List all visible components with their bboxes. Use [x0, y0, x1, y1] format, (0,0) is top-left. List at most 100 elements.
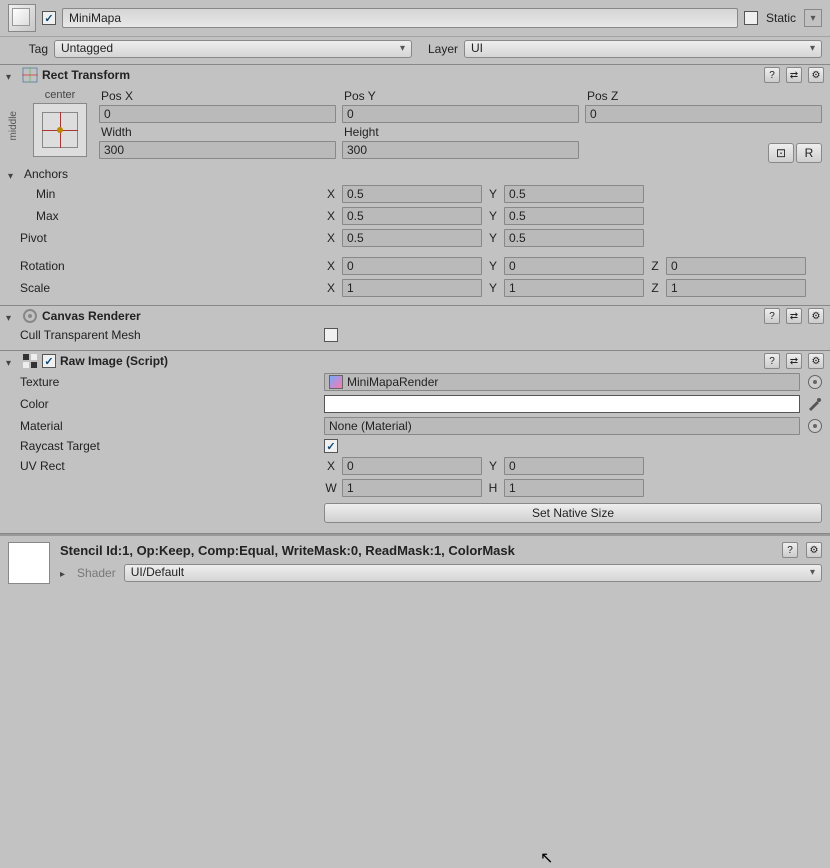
scale-z-input[interactable] [666, 279, 806, 297]
static-label: Static [764, 11, 798, 25]
static-dropdown[interactable] [804, 9, 822, 27]
posy-input[interactable] [342, 105, 579, 123]
canvas-renderer-header[interactable]: Canvas Renderer ? ⇄ ⚙ [0, 306, 830, 326]
raw-image-icon [22, 353, 38, 369]
rect-transform-icon [22, 67, 38, 83]
raw-image-section: Raw Image (Script) ? ⇄ ⚙ Texture MiniMap… [0, 351, 830, 534]
fold-icon[interactable] [6, 69, 18, 81]
fold-icon[interactable] [6, 310, 18, 322]
render-texture-icon [329, 375, 343, 389]
posy-label: Pos Y [342, 89, 579, 103]
texture-field[interactable]: MiniMapaRender [324, 373, 800, 391]
gameobject-icon[interactable] [8, 4, 36, 32]
scale-x-input[interactable] [342, 279, 482, 297]
help-button[interactable]: ? [764, 67, 780, 83]
section-title: Rect Transform [42, 68, 758, 82]
posz-label: Pos Z [585, 89, 822, 103]
posx-label: Pos X [99, 89, 336, 103]
shader-label: Shader [77, 566, 116, 580]
uvrect-w-input[interactable] [342, 479, 482, 497]
rotation-x-input[interactable] [342, 257, 482, 275]
anchors-label: Anchors [24, 167, 68, 181]
blueprint-mode-button[interactable]: ⊡ [768, 143, 794, 163]
help-button[interactable]: ? [764, 308, 780, 324]
height-input[interactable] [342, 141, 579, 159]
context-menu-button[interactable]: ⚙ [808, 308, 824, 324]
static-checkbox[interactable] [744, 11, 758, 25]
object-picker-button[interactable] [808, 419, 822, 433]
tag-label: Tag [8, 42, 48, 56]
uvrect-y-input[interactable] [504, 457, 644, 475]
uvrect-label: UV Rect [8, 459, 320, 473]
anchor-presets-button[interactable] [33, 103, 87, 157]
canvas-renderer-section: Canvas Renderer ? ⇄ ⚙ Cull Transparent M… [0, 306, 830, 351]
scale-y-input[interactable] [504, 279, 644, 297]
active-checkbox[interactable] [42, 11, 56, 25]
context-menu-button[interactable]: ⚙ [806, 542, 822, 558]
section-title: Canvas Renderer [42, 309, 758, 323]
anchor-max-label: Max [8, 209, 320, 223]
tag-select[interactable]: Untagged [54, 40, 412, 58]
anchor-max-x-input[interactable] [342, 207, 482, 225]
scale-label: Scale [8, 281, 320, 295]
gameobject-name-input[interactable] [62, 8, 738, 28]
preset-button[interactable]: ⇄ [786, 308, 802, 324]
anchor-h-label: center [25, 89, 95, 101]
set-native-size-button[interactable]: Set Native Size [324, 503, 822, 523]
posx-input[interactable] [99, 105, 336, 123]
uvrect-x-input[interactable] [342, 457, 482, 475]
material-preview[interactable] [8, 542, 50, 584]
rect-transform-header[interactable]: Rect Transform ? ⇄ ⚙ [0, 65, 830, 85]
raw-edit-button[interactable]: R [796, 143, 822, 163]
canvas-renderer-icon [22, 308, 38, 324]
cursor-icon: ↖ [540, 848, 553, 868]
width-label: Width [99, 125, 336, 139]
material-section: Stencil Id:1, Op:Keep, Comp:Equal, Write… [0, 534, 830, 590]
pivot-label: Pivot [8, 231, 320, 245]
fold-icon[interactable] [8, 168, 20, 180]
anchor-min-x-input[interactable] [342, 185, 482, 203]
layer-select[interactable]: UI [464, 40, 822, 58]
anchor-min-label: Min [8, 187, 320, 201]
cull-checkbox[interactable] [324, 328, 338, 342]
raycast-checkbox[interactable] [324, 439, 338, 453]
gameobject-header: Static [0, 0, 830, 37]
context-menu-button[interactable]: ⚙ [808, 353, 824, 369]
height-label: Height [342, 125, 579, 139]
material-field[interactable]: None (Material) [324, 417, 800, 435]
texture-label: Texture [8, 375, 320, 389]
anchor-min-y-input[interactable] [504, 185, 644, 203]
color-label: Color [8, 397, 320, 411]
context-menu-button[interactable]: ⚙ [808, 67, 824, 83]
help-button[interactable]: ? [764, 353, 780, 369]
anchor-v-label: middle [8, 111, 19, 140]
raycast-label: Raycast Target [8, 439, 320, 453]
raw-image-header[interactable]: Raw Image (Script) ? ⇄ ⚙ [0, 351, 830, 371]
pivot-x-input[interactable] [342, 229, 482, 247]
shader-select[interactable]: UI/Default [124, 564, 822, 582]
width-input[interactable] [99, 141, 336, 159]
uvrect-h-input[interactable] [504, 479, 644, 497]
tag-layer-row: Tag Untagged Layer UI [0, 37, 830, 65]
eyedropper-icon[interactable] [806, 396, 822, 412]
help-button[interactable]: ? [782, 542, 798, 558]
section-title: Raw Image (Script) [60, 354, 758, 368]
pivot-y-input[interactable] [504, 229, 644, 247]
color-field[interactable] [324, 395, 800, 413]
rotation-z-input[interactable] [666, 257, 806, 275]
anchor-max-y-input[interactable] [504, 207, 644, 225]
preset-button[interactable]: ⇄ [786, 67, 802, 83]
cull-label: Cull Transparent Mesh [8, 328, 320, 342]
rotation-y-input[interactable] [504, 257, 644, 275]
material-label: Material [8, 419, 320, 433]
material-title: Stencil Id:1, Op:Keep, Comp:Equal, Write… [60, 543, 774, 558]
raw-image-enabled-checkbox[interactable] [42, 354, 56, 368]
rect-transform-section: Rect Transform ? ⇄ ⚙ middle center Pos X… [0, 65, 830, 306]
object-picker-button[interactable] [808, 375, 822, 389]
preset-button[interactable]: ⇄ [786, 353, 802, 369]
fold-icon[interactable] [60, 566, 69, 580]
fold-icon[interactable] [6, 355, 18, 367]
anchors-row[interactable]: Anchors [0, 165, 830, 183]
posz-input[interactable] [585, 105, 822, 123]
rotation-label: Rotation [8, 259, 320, 273]
